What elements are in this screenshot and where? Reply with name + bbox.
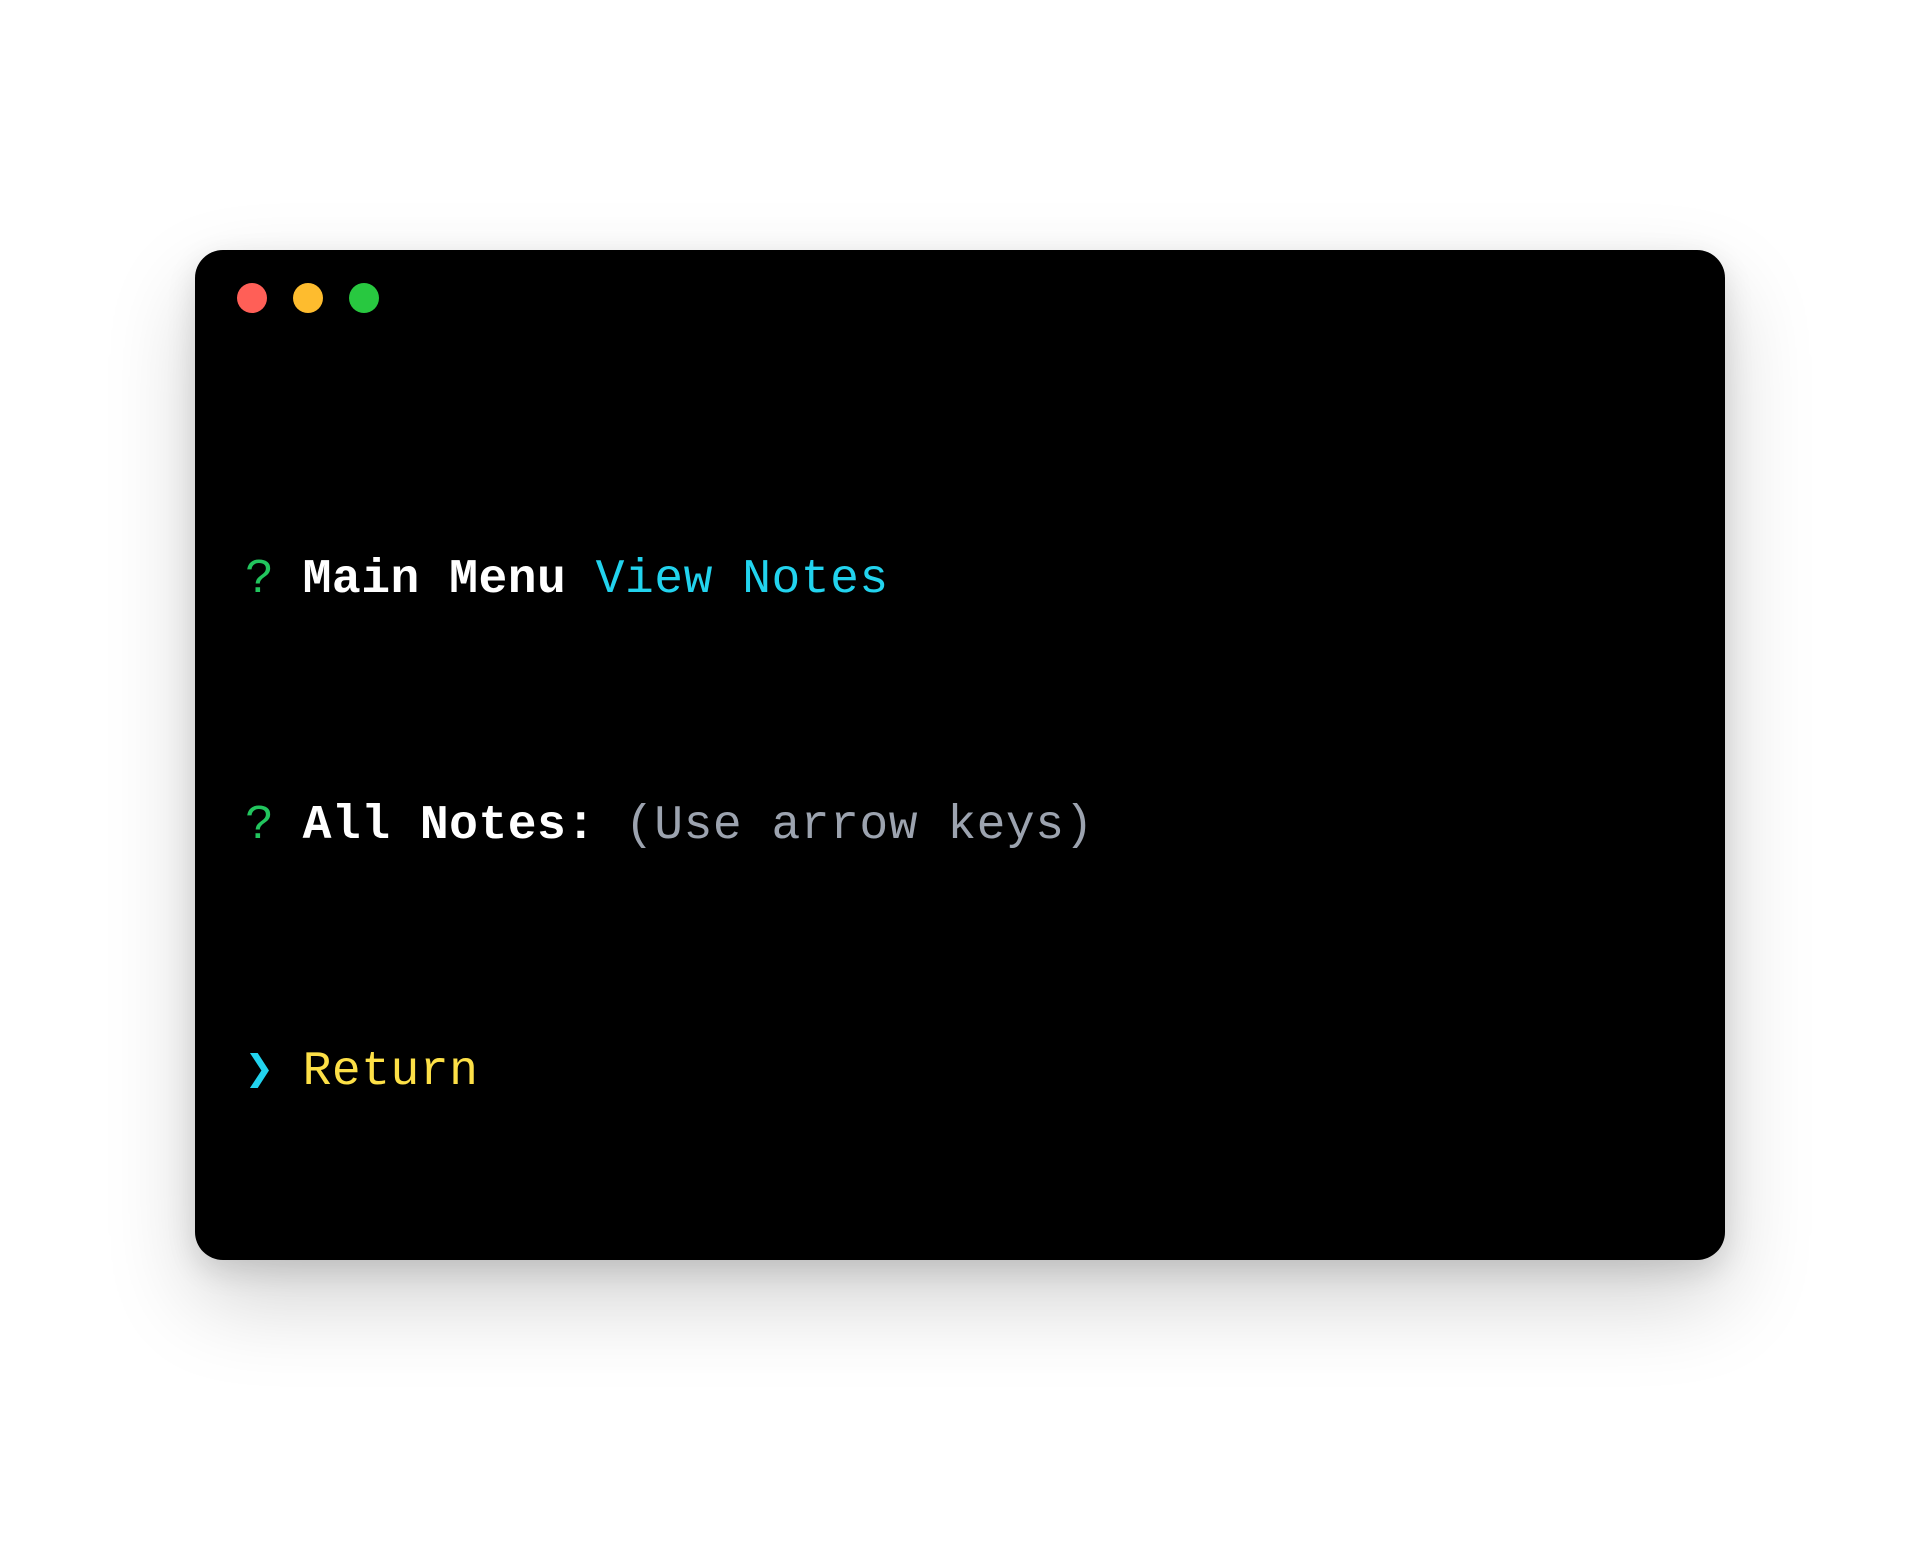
breadcrumb-selection: View Notes bbox=[596, 553, 889, 607]
window-titlebar bbox=[195, 250, 1725, 346]
prompt-line: ?All Notes: (Use arrow keys) bbox=[245, 796, 1675, 857]
terminal-body[interactable]: ?Main Menu View Notes ?All Notes: (Use a… bbox=[195, 346, 1725, 1260]
minimize-icon[interactable] bbox=[293, 283, 323, 313]
menu-option-label: Return bbox=[303, 1045, 479, 1099]
zoom-icon[interactable] bbox=[349, 283, 379, 313]
breadcrumb-title: Main Menu bbox=[303, 553, 567, 607]
pointer-icon: ❯ bbox=[245, 1042, 303, 1103]
question-icon: ? bbox=[245, 550, 303, 611]
question-icon: ? bbox=[245, 796, 303, 857]
terminal-window: ?Main Menu View Notes ?All Notes: (Use a… bbox=[195, 250, 1725, 1260]
menu-option-selected[interactable]: ❯Return bbox=[245, 1042, 1675, 1103]
prompt-hint: (Use arrow keys) bbox=[625, 799, 1094, 853]
prompt-label: All Notes: bbox=[303, 799, 596, 853]
breadcrumb-line: ?Main Menu View Notes bbox=[245, 550, 1675, 611]
close-icon[interactable] bbox=[237, 283, 267, 313]
